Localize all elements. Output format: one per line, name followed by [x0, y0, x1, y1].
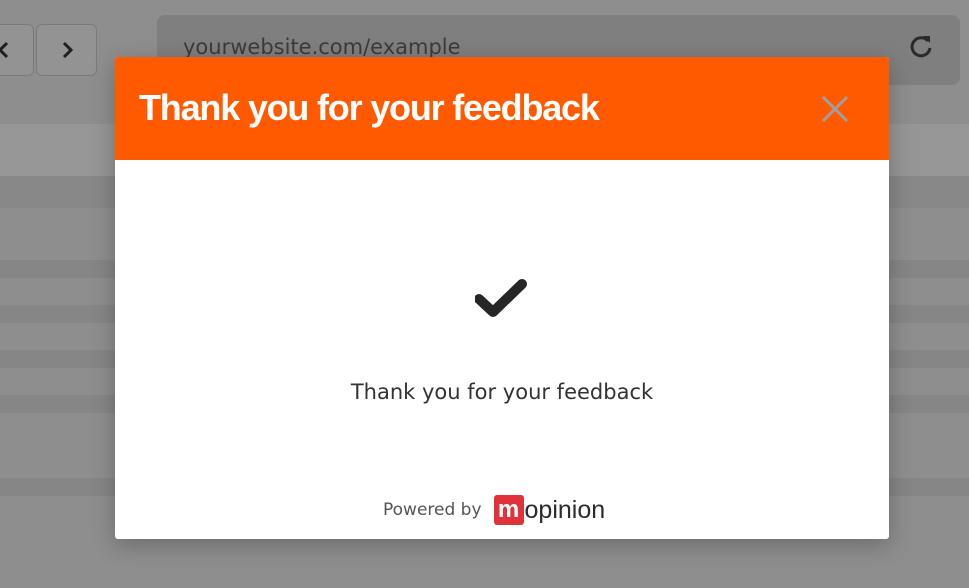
powered-by-label: Powered by	[383, 500, 482, 520]
back-button[interactable]	[0, 24, 34, 76]
brand-mark: m	[493, 495, 524, 525]
mopinion-logo[interactable]: m opinion	[493, 495, 606, 525]
reload-icon[interactable]	[908, 33, 934, 59]
close-icon[interactable]	[819, 93, 851, 125]
powered-by: Powered by m opinion	[383, 495, 605, 525]
url-text: yourwebsite.com/example	[183, 35, 461, 59]
forward-button[interactable]	[36, 24, 97, 76]
confirmation-message: Thank you for your feedback	[350, 380, 654, 404]
chevron-left-icon	[0, 41, 8, 59]
modal-title: Thank you for your feedback	[139, 87, 600, 128]
modal-header: Thank you for your feedback	[115, 57, 889, 160]
feedback-modal: Thank you for your feedback Thank you fo…	[115, 57, 889, 539]
brand-name: opinion	[524, 495, 606, 524]
chevron-right-icon	[62, 41, 73, 59]
checkmark-icon	[475, 279, 527, 317]
